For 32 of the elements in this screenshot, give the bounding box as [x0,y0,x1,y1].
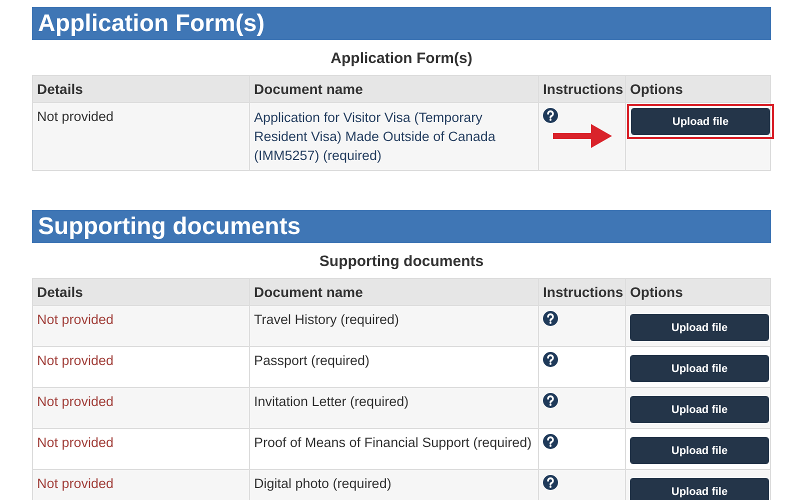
upload-button[interactable]: Upload file [631,108,770,135]
column-header: Options [626,278,770,306]
upload-button[interactable]: Upload file [630,314,769,341]
help-icon[interactable] [543,434,558,449]
upload-button[interactable]: Upload file [630,437,769,464]
column-header: Options [626,76,770,102]
help-icon[interactable] [543,352,558,367]
column-header: Instructions [538,278,626,306]
help-icon[interactable] [543,393,558,408]
help-icon[interactable] [543,311,558,326]
details-cell: Not provided [32,388,250,428]
column-header: Instructions [538,76,626,102]
details-cell: Not provided [32,102,250,170]
details-cell: Not provided [32,306,250,346]
upload-button[interactable]: Upload file [630,355,769,382]
section-title: Supporting documents [32,210,771,243]
details-cell: Not provided [32,470,250,500]
table-caption: Supporting documents [319,252,484,272]
upload-button[interactable]: Upload file [630,478,769,500]
upload-button[interactable]: Upload file [630,396,769,423]
column-header: Document name [250,76,538,102]
help-icon[interactable] [543,475,558,490]
column-header: Details [32,76,250,102]
column-header: Document name [250,278,538,306]
section-title: Application Form(s) [32,7,771,40]
document-name-cell: Digital photo (required) [250,470,538,500]
document-name-cell: Invitation Letter (required) [250,388,538,428]
document-name-cell: Travel History (required) [250,306,538,346]
column-header: Details [32,278,250,306]
table-caption: Application Form(s) [330,49,472,69]
arrow-icon [553,123,612,149]
help-icon[interactable] [543,108,558,123]
